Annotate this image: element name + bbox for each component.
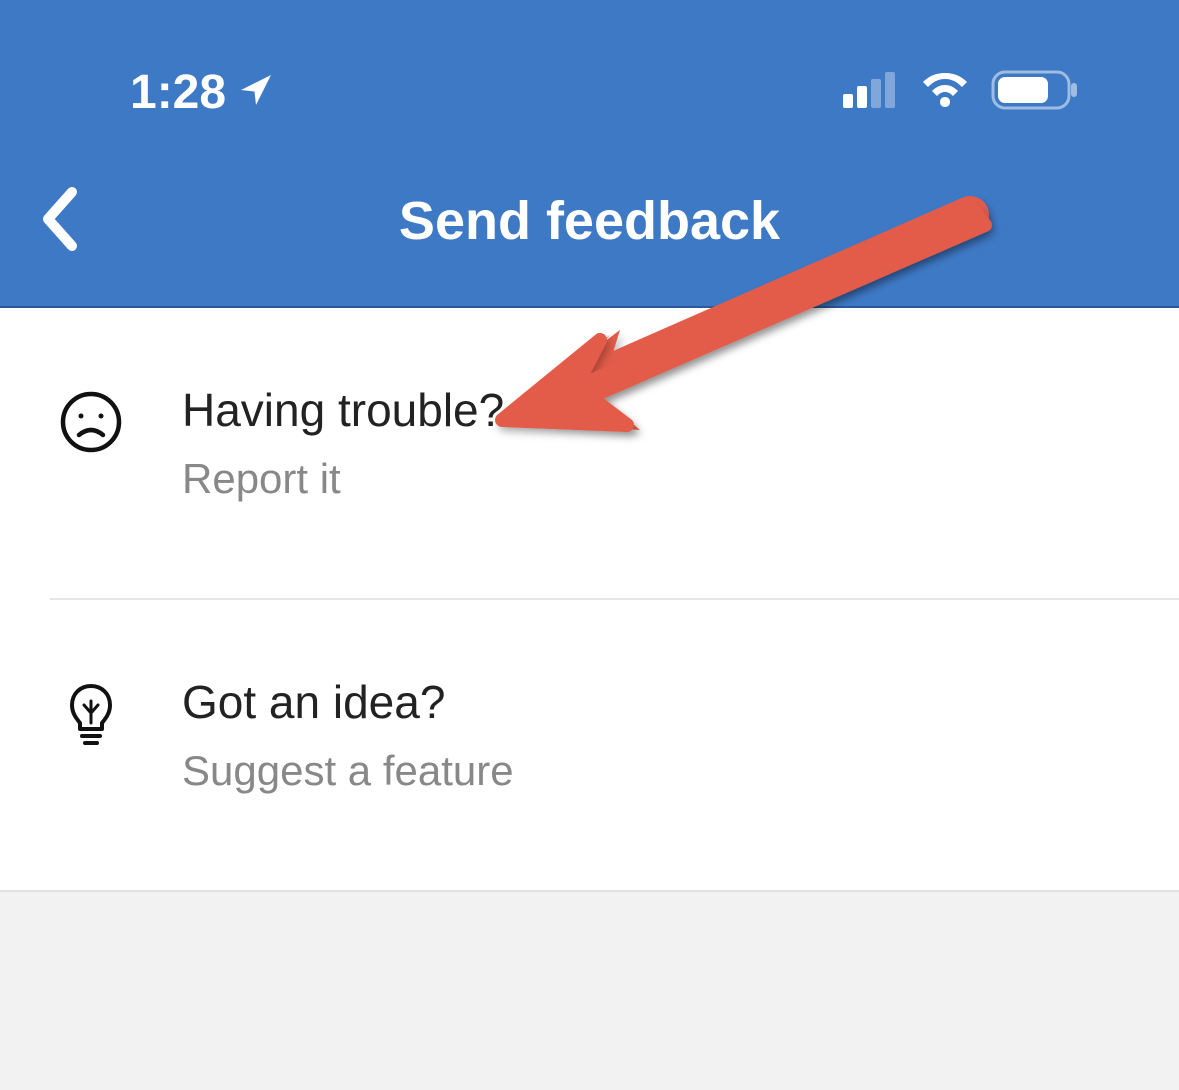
content-area: Having trouble? Report it Got an idea? S… (0, 308, 1179, 890)
status-bar: 1:28 (0, 0, 1179, 120)
battery-icon (991, 70, 1079, 115)
feedback-option-title: Got an idea? (182, 675, 514, 729)
footer-space (0, 890, 1179, 1090)
status-time: 1:28 (130, 65, 226, 120)
cellular-signal-icon (843, 72, 899, 113)
feedback-option-subtitle: Suggest a feature (182, 747, 514, 795)
lightbulb-icon (60, 675, 122, 747)
location-icon (238, 65, 274, 120)
page-title: Send feedback (40, 190, 1139, 252)
nav-bar: Send feedback (0, 120, 1179, 252)
app-header: 1:28 (0, 0, 1179, 308)
feedback-option-title: Having trouble? (182, 383, 504, 437)
feedback-option-suggest[interactable]: Got an idea? Suggest a feature (0, 600, 1179, 890)
feedback-option-text: Having trouble? Report it (182, 383, 504, 503)
status-bar-right (843, 70, 1079, 115)
feedback-option-text: Got an idea? Suggest a feature (182, 675, 514, 795)
feedback-option-subtitle: Report it (182, 455, 504, 503)
status-bar-left: 1:28 (130, 65, 274, 120)
back-button[interactable] (38, 184, 82, 259)
sad-face-icon (60, 383, 122, 453)
wifi-icon (919, 71, 971, 114)
feedback-option-report[interactable]: Having trouble? Report it (0, 308, 1179, 598)
